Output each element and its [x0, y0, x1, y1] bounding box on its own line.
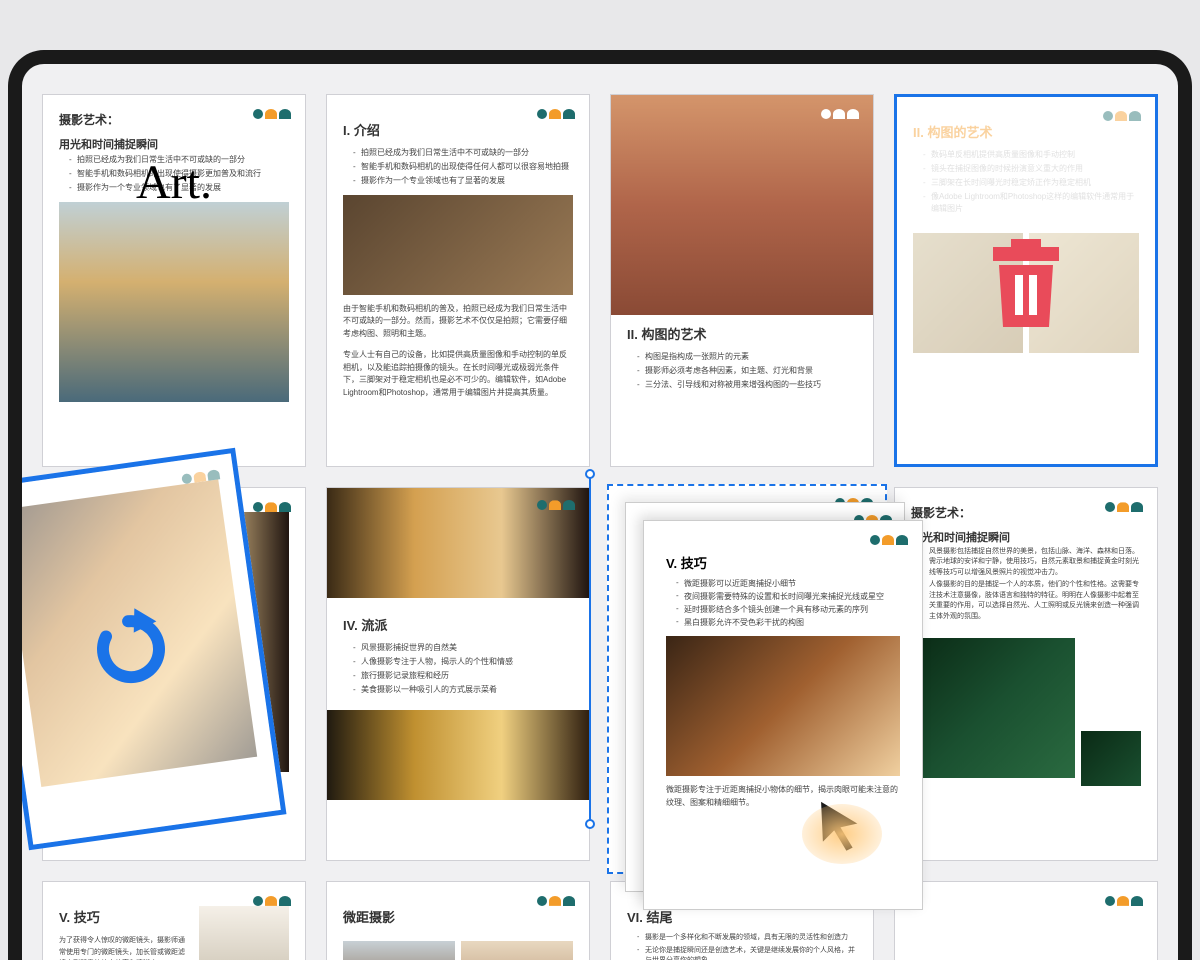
cursor-touch-glow — [802, 804, 882, 864]
content-image-fern-small — [1081, 731, 1141, 786]
brand-logo — [181, 469, 220, 484]
brand-logo — [537, 500, 575, 510]
bullet-list: 数码单反相机提供高质量图像和手动控制 镜头在捕捉图像的时候扮演意义重大的作用 三… — [923, 149, 1139, 215]
brand-logo — [537, 109, 575, 119]
brand-logo — [537, 896, 575, 906]
brand-logo — [870, 535, 908, 545]
insertion-handle-bottom[interactable] — [585, 819, 595, 829]
content-image-camera — [343, 195, 573, 295]
section-heading: IV. 流派 — [343, 616, 573, 636]
bullet-list: 构图是指构成一张照片的元素 摄影师必须考虑各种因素，如主题、灯光和背景 三分法、… — [637, 351, 857, 391]
section-heading: I. 介绍 — [343, 121, 573, 141]
page-thumbnail-10[interactable]: 微距摄影 — [326, 881, 590, 960]
content-image — [343, 941, 455, 960]
tablet-frame: 摄影艺术： 用光和时间捕捉瞬间 拍照已经成为我们日常生活中不可或缺的一部分 智能… — [8, 50, 1192, 960]
page-thumbnail-8[interactable]: 摄影艺术： 用光和时间捕捉瞬间 风景摄影包括捕捉自然世界的美景，包括山脉、海洋、… — [894, 487, 1158, 860]
brand-logo — [1105, 896, 1143, 906]
brand-logo — [1103, 111, 1141, 121]
section-heading: 微距摄影 — [343, 908, 573, 928]
page-subtitle: 用光和时间捕捉瞬间 — [911, 530, 1141, 547]
hero-image-canyon — [611, 95, 873, 315]
trash-icon[interactable] — [981, 231, 1071, 331]
content-image — [461, 941, 573, 960]
hero-image-van — [59, 202, 289, 402]
rotate-icon[interactable] — [87, 604, 177, 694]
bullet-list: 拍照已经成为我们日常生活中不可或缺的一部分 智能手机和数码相机的出现使得任何人都… — [353, 147, 573, 187]
bullet-list: 微距摄影可以近距离捕捉小细节 夜间摄影需要特殊的设置和长时间曝光来捕捉光线或星空… — [676, 578, 900, 628]
content-image-cup — [199, 906, 289, 960]
brand-logo — [821, 109, 859, 119]
paragraph: 由于智能手机和数码相机的普及，拍照已经成为我们日常生活中不可或缺的一部分。然而，… — [343, 303, 573, 341]
overlay-art-text: Art. — [136, 147, 212, 219]
paragraph: 为了获得令人惊叹的微距镜头，摄影师通常使用专门的微距镜头，加长管或微距滤镜来到所… — [59, 935, 191, 960]
section-heading: V. 技巧 — [666, 553, 900, 572]
page-thumbnail-3[interactable]: II. 构图的艺术 构图是指构成一张照片的元素 摄影师必须考虑各种因素，如主题、… — [610, 94, 874, 467]
cursor-pointer — [812, 794, 872, 854]
page-thumbnail-1[interactable]: 摄影艺术： 用光和时间捕捉瞬间 拍照已经成为我们日常生活中不可或缺的一部分 智能… — [42, 94, 306, 467]
page-grid-row-3: V. 技巧 为了获得令人惊叹的微距镜头，摄影师通常使用专门的微距镜头，加长管或微… — [42, 881, 1158, 960]
brand-logo — [253, 896, 291, 906]
brand-logo — [253, 109, 291, 119]
page-thumbnail-9[interactable]: V. 技巧 为了获得令人惊叹的微距镜头，摄影师通常使用专门的微距镜头，加长管或微… — [42, 881, 306, 960]
brand-logo — [1105, 502, 1143, 512]
section-heading: II. 构图的艺术 — [627, 325, 857, 345]
page-thumbnail-6[interactable]: IV. 流派 风景摄影捕捉世界的自然美 人像摄影专注于人物，揭示人的个性和情感 … — [326, 487, 590, 860]
page-thumbnail-12[interactable] — [894, 881, 1158, 960]
section-heading: VI. 结尾 — [627, 908, 857, 928]
section-heading: II. 构图的艺术 — [913, 123, 1139, 143]
page-insertion-marker — [587, 474, 593, 824]
brand-logo — [253, 502, 291, 512]
bullet-list: 风景摄影捕捉世界的自然美 人像摄影专注于人物，揭示人的个性和情感 旅行摄影记录旅… — [353, 642, 573, 696]
bullet-list: 摄影是一个多样化和不断发展的领域，具有无限的灵活性和创造力 无论你是捕捉瞬间还是… — [637, 933, 857, 960]
bullet-list: 风景摄影包括捕捉自然世界的美景，包括山脉、海洋、森林和日落。需示地球的安详和宁静… — [921, 547, 1141, 623]
content-image-fern — [911, 638, 1075, 778]
content-image-room — [666, 636, 900, 776]
stack-front-page: V. 技巧 微距摄影可以近距离捕捉小细节 夜间摄影需要特殊的设置和长时间曝光来捕… — [643, 520, 923, 910]
paragraph: 专业人士有自己的设备，比如提供高质量图像和手动控制的单反相机，以及能追踪拍摄像的… — [343, 349, 573, 400]
page-thumbnail-2[interactable]: I. 介绍 拍照已经成为我们日常生活中不可或缺的一部分 智能手机和数码相机的出现… — [326, 94, 590, 467]
section-heading: V. 技巧 — [59, 908, 191, 928]
page-thumbnail-4-selected-delete[interactable]: II. 构图的艺术 数码单反相机提供高质量图像和手动控制 镜头在捕捉图像的时候扮… — [894, 94, 1158, 467]
insertion-handle-top[interactable] — [585, 469, 595, 479]
content-image-blur — [327, 710, 589, 800]
